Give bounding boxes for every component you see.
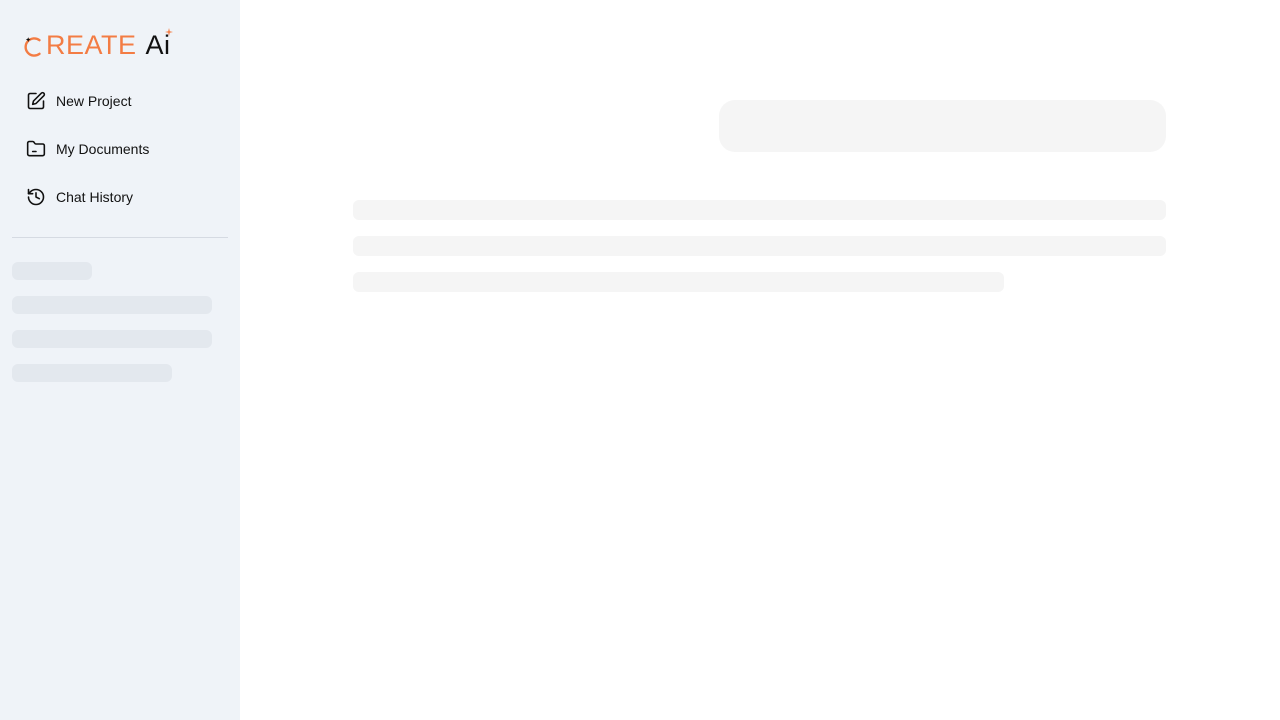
sidebar-item-label: My Documents bbox=[56, 141, 150, 157]
history-item-placeholder bbox=[12, 296, 212, 314]
history-icon bbox=[25, 186, 47, 208]
history-item-placeholder bbox=[12, 330, 212, 348]
sidebar-item-label: Chat History bbox=[56, 189, 134, 205]
sidebar-item-new-project[interactable]: New Project bbox=[12, 77, 228, 125]
sidebar-item-chat-history[interactable]: Chat History bbox=[12, 173, 228, 221]
folder-icon bbox=[25, 138, 47, 160]
edit-icon bbox=[25, 90, 47, 112]
sidebar: REATE Ai New Project My Documents Chat H… bbox=[0, 0, 240, 720]
chat-panel bbox=[240, 0, 1280, 720]
response-line-placeholder bbox=[353, 272, 1004, 292]
logo-c-mark bbox=[24, 34, 45, 57]
response-line-placeholder bbox=[353, 236, 1166, 256]
sidebar-divider bbox=[12, 237, 228, 238]
sidebar-item-label: New Project bbox=[56, 93, 132, 109]
sparkle-icon bbox=[164, 27, 173, 36]
brand-ai: Ai bbox=[146, 27, 173, 59]
history-item-placeholder bbox=[12, 364, 172, 382]
history-heading-placeholder bbox=[12, 262, 92, 280]
response-line-placeholder bbox=[353, 200, 1166, 220]
user-message-placeholder bbox=[719, 100, 1166, 152]
brand-logo[interactable]: REATE Ai bbox=[24, 27, 173, 62]
sidebar-item-my-documents[interactable]: My Documents bbox=[12, 125, 228, 173]
brand-name: REATE bbox=[46, 29, 137, 60]
sidebar-nav: New Project My Documents Chat History bbox=[12, 77, 228, 221]
